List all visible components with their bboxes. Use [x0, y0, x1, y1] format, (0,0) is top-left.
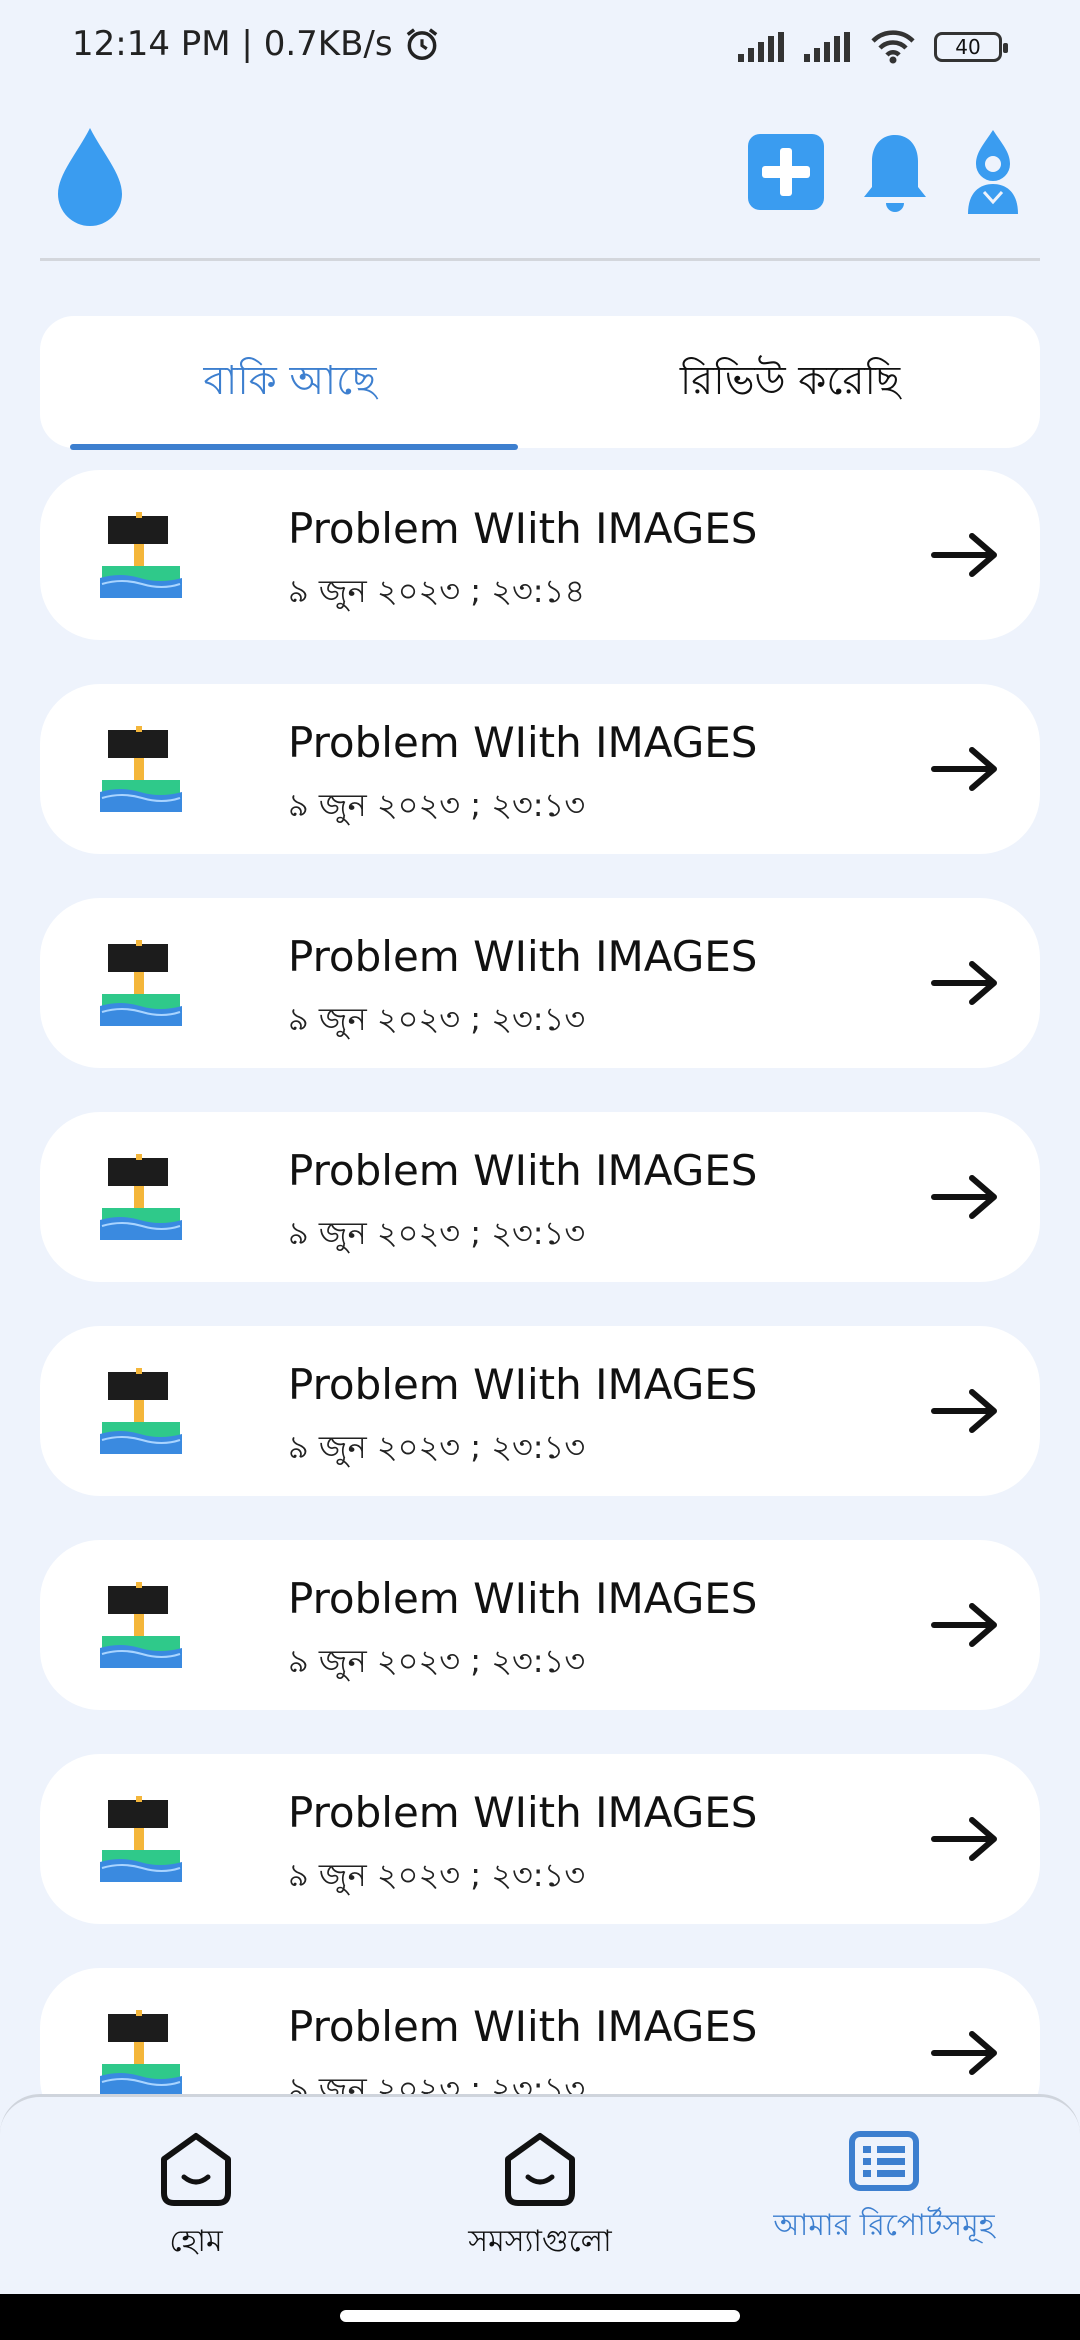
arrow-right-icon[interactable]	[930, 744, 1000, 798]
battery-icon: 40	[934, 32, 1008, 62]
tab-reviewed[interactable]: রিভিউ করেছি	[540, 316, 1040, 448]
nav-problems[interactable]: সমস্যাগুলো	[380, 2097, 700, 2294]
report-title: Problem WIith IMAGES	[288, 1360, 758, 1409]
arrow-right-icon[interactable]	[930, 1386, 1000, 1440]
report-date: ৯ জুন ২০২৩ ; ২৩:১৩	[288, 1214, 586, 1252]
bell-icon[interactable]	[860, 129, 930, 215]
report-title: Problem WIith IMAGES	[288, 932, 758, 981]
report-title: Problem WIith IMAGES	[288, 2002, 758, 2051]
report-card[interactable]: Problem WIith IMAGES ৯ জুন ২০২৩ ; ২৩:১৩	[40, 898, 1040, 1068]
water-drop-icon	[58, 128, 122, 226]
report-card[interactable]: Problem WIith IMAGES ৯ জুন ২০২৩ ; ২৩:১৩	[40, 1112, 1040, 1282]
report-thumbnail-icon	[96, 510, 186, 604]
status-left: 12:14 PM | 0.7KB/s	[72, 24, 441, 64]
report-list-icon	[849, 2131, 919, 2191]
tab-reviewed-label: রিভিউ করেছি	[679, 357, 901, 404]
nav-home[interactable]: হোম	[36, 2097, 356, 2294]
report-title: Problem WIith IMAGES	[288, 504, 758, 553]
arrow-right-icon[interactable]	[930, 1600, 1000, 1654]
arrow-right-icon[interactable]	[930, 530, 1000, 584]
report-date: ৯ জুন ২০২৩ ; ২৩:১৩	[288, 786, 586, 824]
report-card[interactable]: Problem WIith IMAGES ৯ জুন ২০২৩ ; ২৩:১৩	[40, 1326, 1040, 1496]
report-card[interactable]: Problem WIith IMAGES ৯ জুন ২০২৩ ; ২৩:১৩	[40, 684, 1040, 854]
nav-my-reports-label: আমার রিপোর্টসমূহ	[773, 2208, 995, 2243]
nav-problems-label: সমস্যাগুলো	[468, 2224, 612, 2259]
report-thumbnail-icon	[96, 938, 186, 1032]
report-card[interactable]: Problem WIith IMAGES ৯ জুন ২০২৩ ; ২৩:১৩	[40, 1968, 1040, 2100]
tab-pending-label: বাকি আছে	[203, 357, 377, 404]
wifi-icon	[871, 30, 915, 64]
report-card[interactable]: Problem WIith IMAGES ৯ জুন ২০২৩ ; ২৩:১৩	[40, 1754, 1040, 1924]
status-right: 40	[738, 30, 1008, 64]
gesture-bar	[0, 2294, 1080, 2340]
report-list[interactable]: Problem WIith IMAGES ৯ জুন ২০২৩ ; ২৩:১৪ Pr…	[40, 470, 1040, 2100]
report-thumbnail-icon	[96, 1366, 186, 1460]
signal-icon	[738, 32, 784, 62]
report-card[interactable]: Problem WIith IMAGES ৯ জুন ২০২৩ ; ২৩:১৪	[40, 470, 1040, 640]
nav-home-label: হোম	[169, 2224, 223, 2259]
report-date: ৯ জুন ২০২৩ ; ২৩:১৩	[288, 1642, 586, 1680]
app-logo[interactable]	[50, 122, 130, 236]
arrow-right-icon[interactable]	[930, 1172, 1000, 1226]
signal-icon	[804, 32, 850, 62]
report-thumbnail-icon	[96, 1794, 186, 1888]
report-thumbnail-icon	[96, 1580, 186, 1674]
report-title: Problem WIith IMAGES	[288, 1788, 758, 1837]
alarm-icon	[406, 28, 437, 60]
status-bar: 12:14 PM | 0.7KB/s 40	[0, 0, 1080, 96]
profile-icon[interactable]	[964, 128, 1022, 216]
home-face-icon	[161, 2133, 231, 2206]
home-indicator[interactable]	[340, 2310, 740, 2322]
report-date: ৯ জুন ২০২৩ ; ২৩:১৩	[288, 1856, 586, 1894]
report-thumbnail-icon	[96, 1152, 186, 1246]
arrow-right-icon[interactable]	[930, 2028, 1000, 2082]
arrow-right-icon[interactable]	[930, 1814, 1000, 1868]
report-thumbnail-icon	[96, 2008, 186, 2100]
top-actions	[746, 128, 1022, 216]
report-thumbnail-icon	[96, 724, 186, 818]
report-date: ৯ জুন ২০২৩ ; ২৩:১৩	[288, 1428, 586, 1466]
report-status-tabs: বাকি আছে রিভিউ করেছি	[40, 316, 1040, 450]
battery-level: 40	[955, 35, 981, 59]
report-title: Problem WIith IMAGES	[288, 718, 758, 767]
nav-my-reports[interactable]: আমার রিপোর্টসমূহ	[724, 2097, 1044, 2294]
tab-pending[interactable]: বাকি আছে	[40, 316, 540, 450]
add-icon[interactable]	[746, 132, 826, 212]
tab-indicator	[70, 444, 518, 450]
report-title: Problem WIith IMAGES	[288, 1574, 758, 1623]
bottom-navigation: হোম সমস্যাগুলো আমার রিপোর্টসমূহ	[0, 2094, 1080, 2294]
home-face-icon	[505, 2133, 575, 2206]
top-app-bar	[0, 110, 1080, 260]
status-time-speed: 12:14 PM | 0.7KB/s	[72, 24, 393, 64]
arrow-right-icon[interactable]	[930, 958, 1000, 1012]
report-date: ৯ জুন ২০২৩ ; ২৩:১৩	[288, 1000, 586, 1038]
header-divider	[40, 258, 1040, 261]
report-card[interactable]: Problem WIith IMAGES ৯ জুন ২০২৩ ; ২৩:১৩	[40, 1540, 1040, 1710]
report-date: ৯ জুন ২০২৩ ; ২৩:১৪	[288, 572, 586, 610]
report-title: Problem WIith IMAGES	[288, 1146, 758, 1195]
